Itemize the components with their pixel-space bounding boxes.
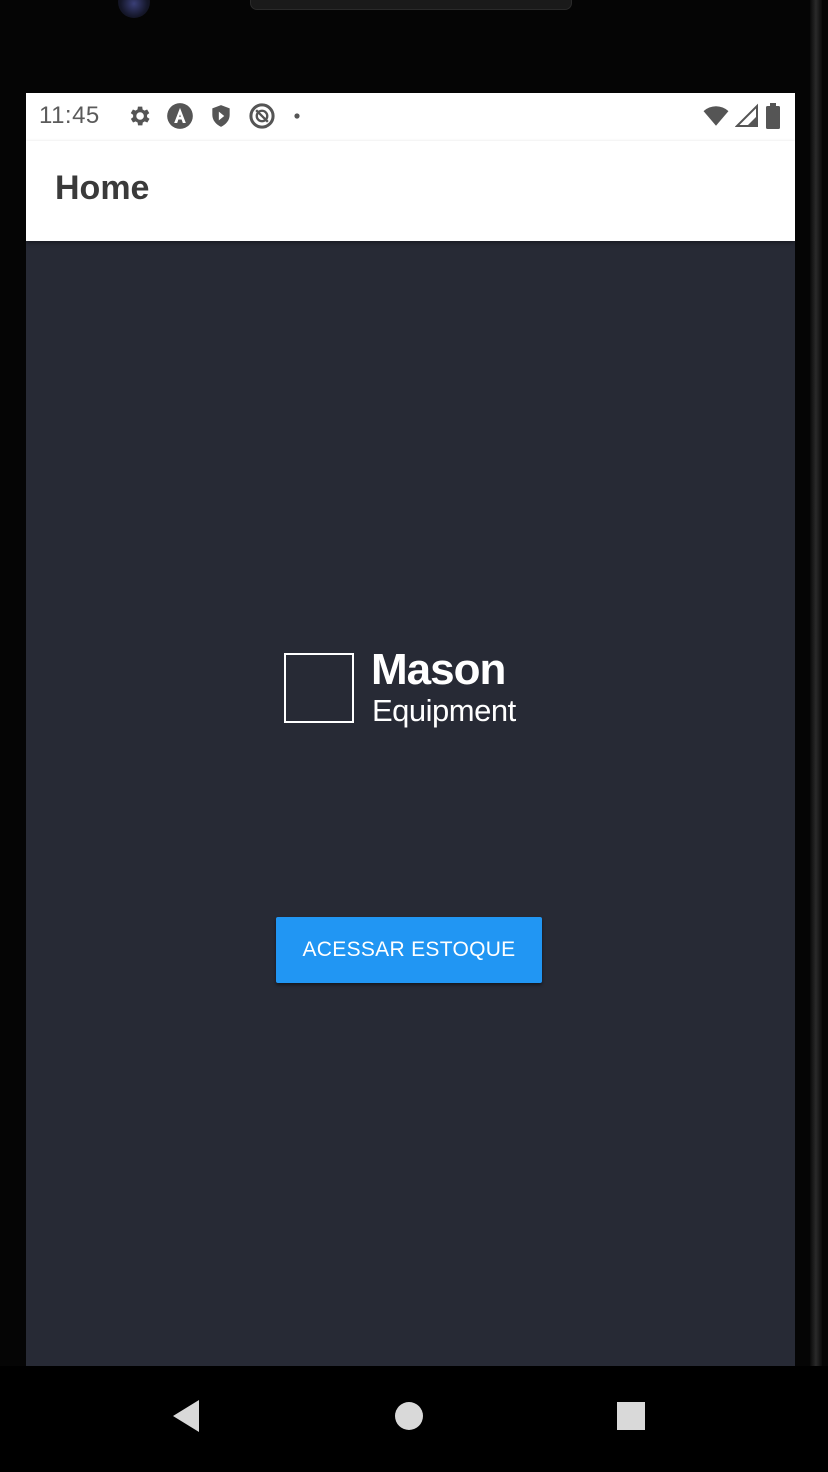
access-stock-button[interactable]: ACESSAR ESTOQUE <box>276 917 542 983</box>
app-bar: Home <box>26 141 795 241</box>
battery-icon <box>765 102 781 130</box>
front-camera <box>118 0 150 18</box>
status-icons-left <box>126 102 304 130</box>
recents-icon[interactable] <box>609 1394 653 1438</box>
logo-square-mark <box>284 653 354 723</box>
logo-line-2: Equipment <box>372 693 516 728</box>
notification-dot-icon <box>290 103 304 129</box>
data-saver-icon <box>248 102 276 130</box>
system-nav-bar <box>0 1366 828 1472</box>
status-bar: 11:45 <box>26 93 795 141</box>
cell-signal-icon <box>735 103 759 129</box>
page-title: Home <box>55 169 150 207</box>
app-screen: 11:45 Home Mason Equipment ACESSAR ESTOQ… <box>26 93 795 1366</box>
status-time: 11:45 <box>39 102 100 129</box>
device-edge <box>810 0 822 1472</box>
mason-equipment-logo: Mason Equipment <box>284 645 524 733</box>
speaker-grille <box>250 0 572 10</box>
status-icons-right <box>703 102 781 130</box>
shield-icon <box>208 103 234 129</box>
phone-device: 11:45 Home Mason Equipment ACESSAR ESTOQ… <box>0 0 828 1472</box>
gear-icon <box>126 103 152 129</box>
logo-line-1: Mason <box>371 645 506 694</box>
wifi-icon <box>703 103 729 129</box>
back-icon[interactable] <box>164 1394 208 1438</box>
app-a-icon <box>166 102 194 130</box>
home-icon[interactable] <box>387 1394 431 1438</box>
